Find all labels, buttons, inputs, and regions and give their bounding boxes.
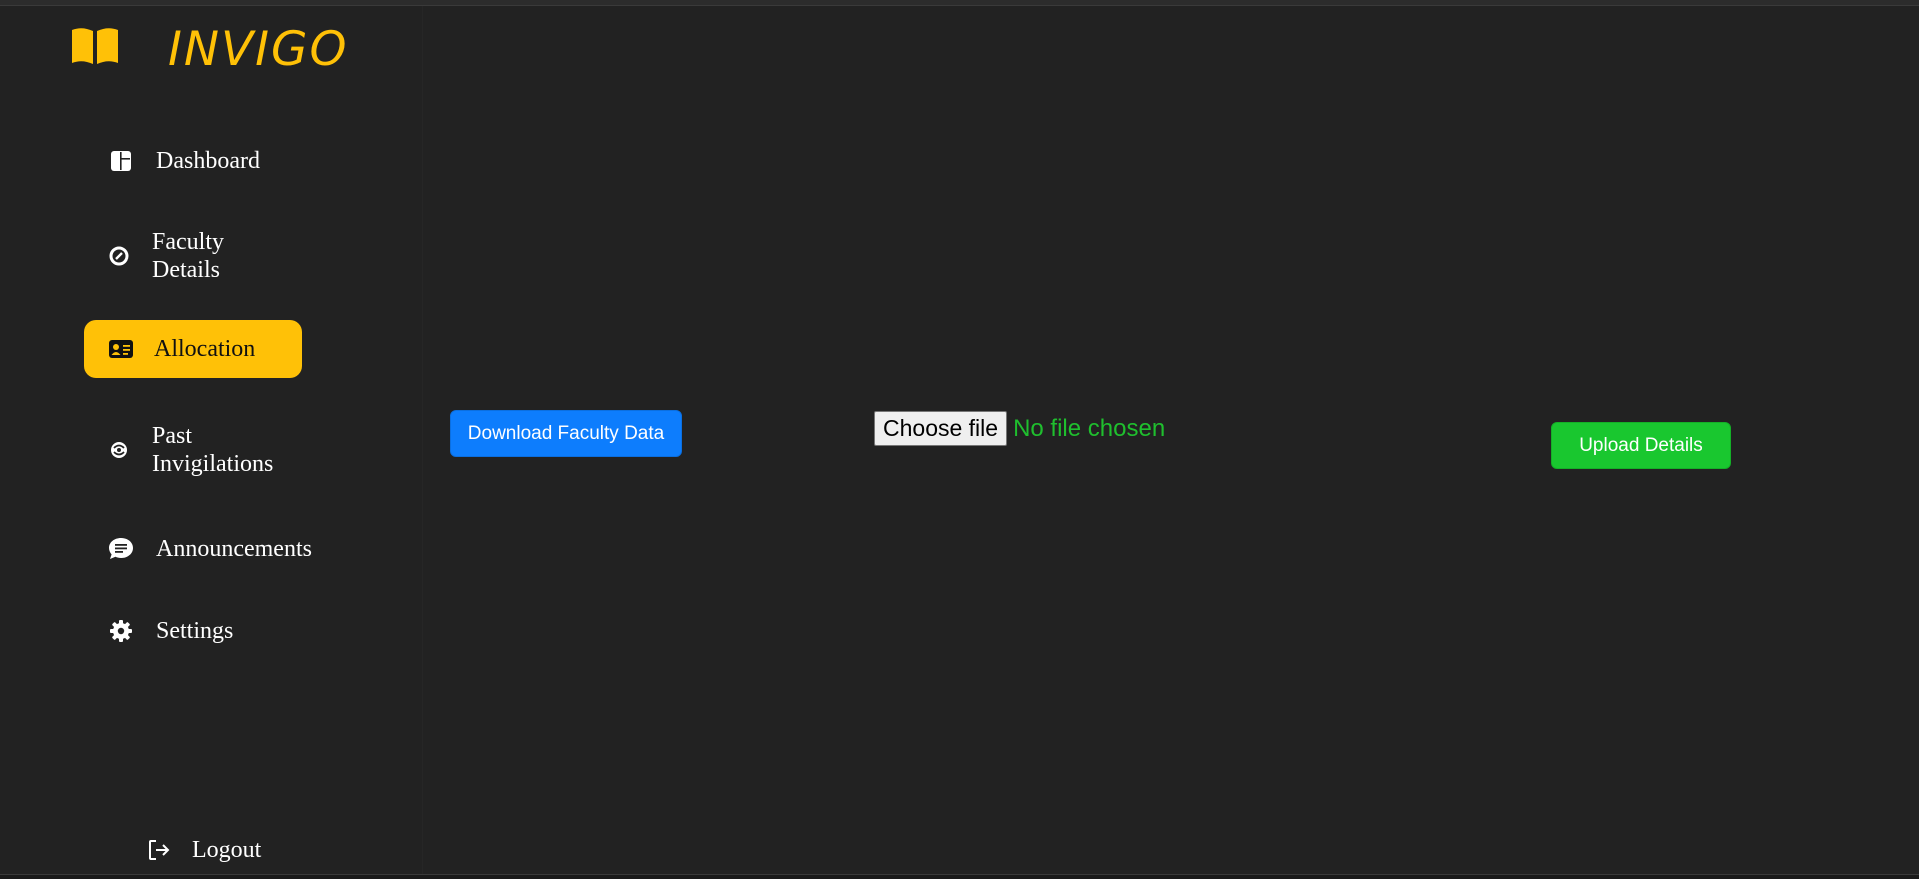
file-status-text: No file chosen bbox=[1013, 414, 1166, 442]
logout-arrow-icon bbox=[146, 837, 172, 863]
choose-file-button[interactable]: Choose file bbox=[874, 411, 1008, 446]
sidebar-item-faculty-details[interactable]: Faculty Details bbox=[106, 228, 306, 284]
sidebar-item-label: Dashboard bbox=[156, 148, 260, 174]
sidebar-item-label: Announcements bbox=[156, 536, 312, 562]
sidebar-item-label: Allocation bbox=[154, 336, 256, 362]
app-logo-title: INVIGO bbox=[168, 22, 349, 77]
open-book-icon bbox=[72, 28, 118, 64]
sidebar-item-label: Faculty Details bbox=[152, 229, 224, 283]
dashboard-grid-icon bbox=[108, 148, 134, 174]
sidebar-item-past-invigilations[interactable]: Past Invigilations bbox=[106, 422, 326, 478]
gauge-icon bbox=[106, 243, 132, 269]
id-card-icon bbox=[108, 336, 134, 362]
download-faculty-data-button[interactable]: Download Faculty Data bbox=[450, 410, 682, 457]
sidebar-item-settings[interactable]: Settings bbox=[108, 610, 308, 652]
file-input[interactable]: Choose file No file chosen bbox=[874, 411, 1165, 446]
logout-label: Logout bbox=[192, 837, 262, 863]
sidebar-divider bbox=[422, 6, 423, 874]
chat-bubble-icon bbox=[108, 536, 134, 562]
sidebar: INVIGO Dashboard Faculty Details Allocat… bbox=[0, 6, 422, 874]
sidebar-item-label: Settings bbox=[156, 618, 234, 644]
sidebar-item-allocation[interactable]: Allocation bbox=[84, 320, 302, 378]
window-bottom-border bbox=[0, 874, 1919, 879]
sidebar-item-announcements[interactable]: Announcements bbox=[108, 528, 368, 570]
upload-details-button[interactable]: Upload Details bbox=[1551, 422, 1731, 469]
gear-icon bbox=[108, 618, 134, 644]
sidebar-item-label: Past Invigilations bbox=[152, 423, 274, 477]
sidebar-item-dashboard[interactable]: Dashboard bbox=[108, 140, 358, 182]
swirl-icon bbox=[106, 437, 132, 463]
logout-button[interactable]: Logout bbox=[146, 830, 306, 870]
